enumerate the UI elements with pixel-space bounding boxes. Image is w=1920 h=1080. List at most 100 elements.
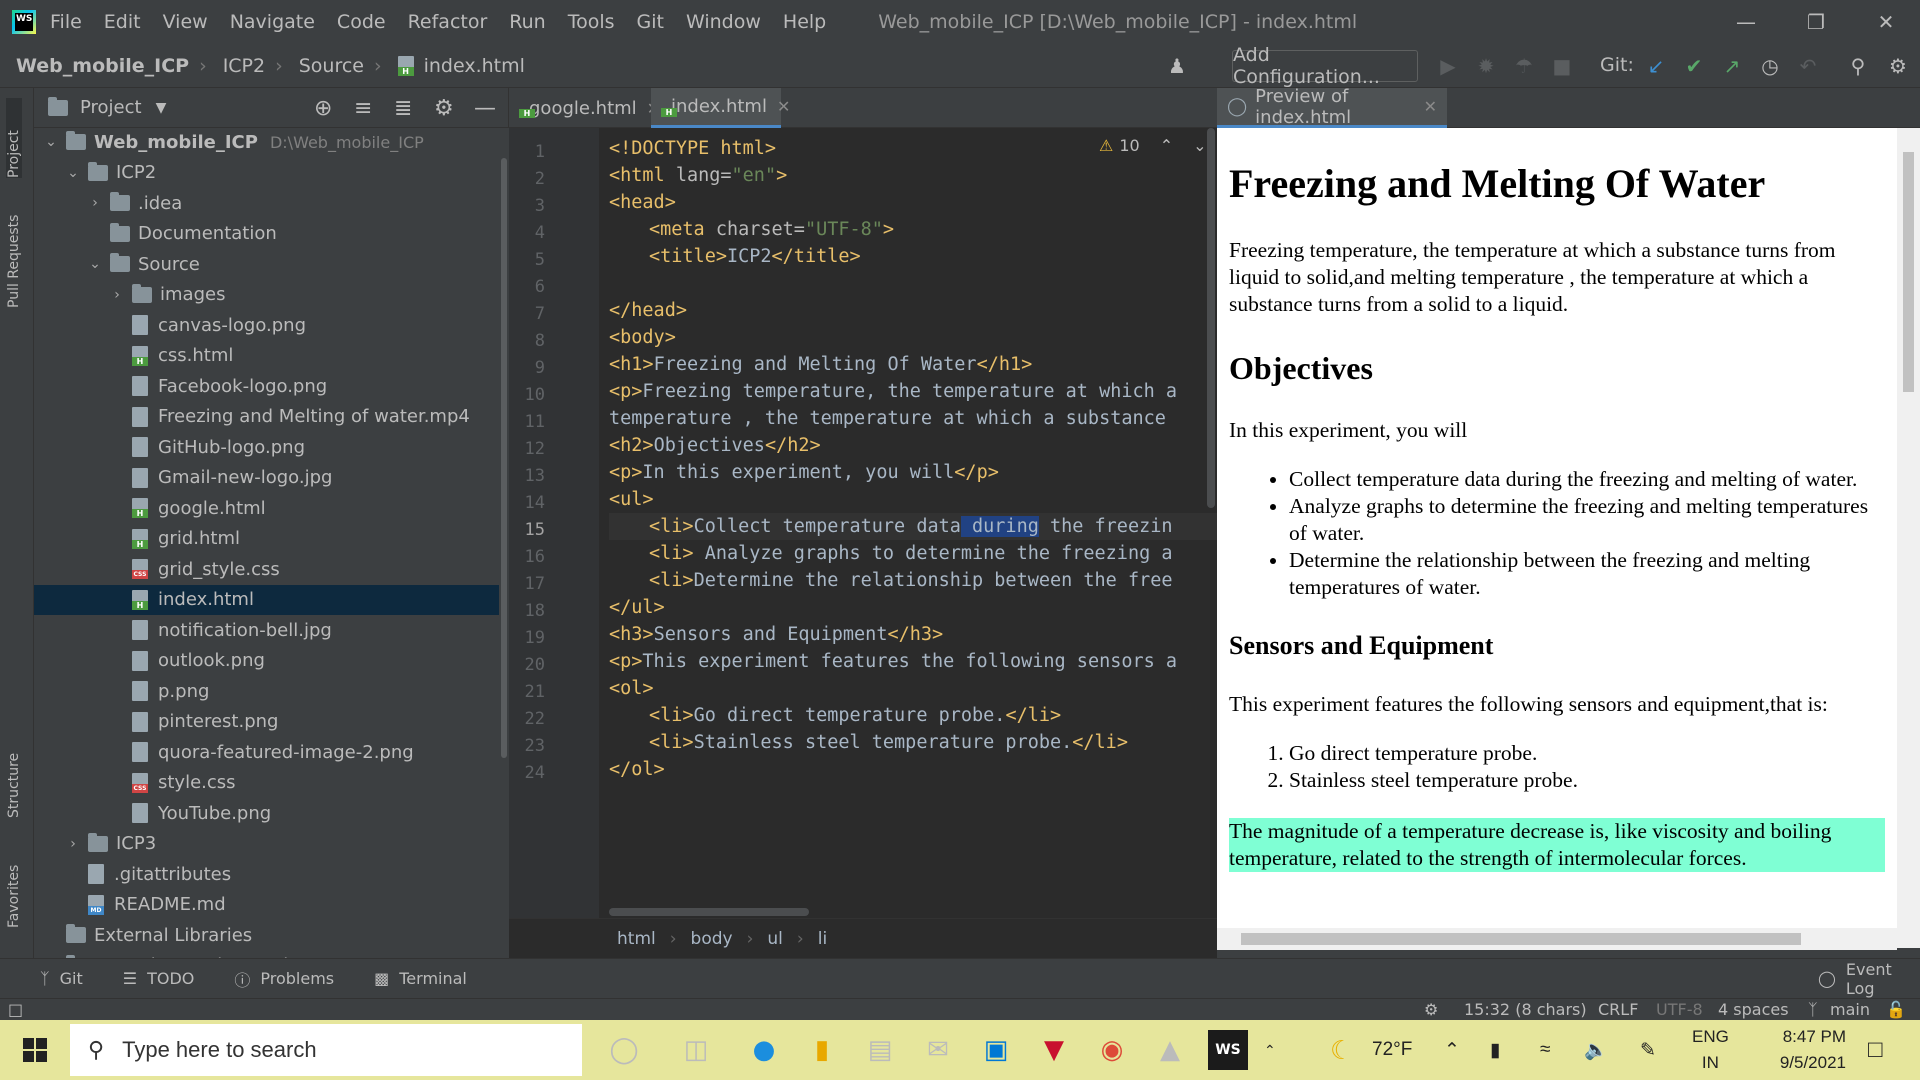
coverage-icon[interactable]: ☂: [1512, 54, 1536, 78]
code-line[interactable]: <body>: [609, 324, 676, 351]
event-log-tool-tab[interactable]: ◯ Event Log: [1818, 960, 1920, 998]
task-view-icon[interactable]: ◫: [676, 1030, 716, 1070]
todo-tool-tab[interactable]: ☰ TODO: [123, 969, 195, 988]
close-window-icon[interactable]: ✕: [1856, 0, 1916, 44]
tab-index-html[interactable]: index.html ✕: [651, 88, 790, 128]
tree-item[interactable]: Gmail-new-logo.jpg: [34, 463, 499, 493]
tree-item[interactable]: › .idea: [34, 188, 499, 218]
tree-item[interactable]: google.html: [34, 493, 499, 523]
menu-view[interactable]: View: [163, 11, 208, 33]
tree-item[interactable]: ⌄ ICP2: [34, 158, 499, 188]
tree-item[interactable]: Scratches and Consoles: [34, 951, 499, 958]
project-view-selector[interactable]: Project: [80, 97, 142, 118]
user-icon[interactable]: ♟: [1165, 54, 1189, 78]
run-icon[interactable]: ▶: [1436, 54, 1460, 78]
breadcrumb-html[interactable]: html: [617, 929, 656, 949]
project-tool-tab[interactable]: Project: [6, 98, 22, 178]
history-icon[interactable]: ◷: [1758, 54, 1782, 78]
code-line[interactable]: <li> Analyze graphs to determine the fre…: [609, 540, 1173, 567]
code-line[interactable]: <li>Determine the relationship between t…: [609, 567, 1173, 594]
clock[interactable]: 8:47 PM 9/5/2021: [1750, 1020, 1846, 1080]
tree-item[interactable]: ⌄ Source: [34, 249, 499, 279]
tree-item[interactable]: canvas-logo.png: [34, 310, 499, 340]
git-push-icon[interactable]: ↗: [1720, 54, 1744, 78]
code-line[interactable]: <p>In this experiment, you will</p>: [609, 459, 999, 486]
tree-item[interactable]: p.png: [34, 676, 499, 706]
code-line[interactable]: <ul>: [609, 486, 654, 513]
code-line[interactable]: temperature , the temperature at which a…: [609, 405, 1166, 432]
tab-preview[interactable]: ◯ Preview of index.html ✕: [1217, 86, 1447, 128]
chevron-right-icon[interactable]: ›: [88, 195, 102, 211]
expand-all-icon[interactable]: ≡: [354, 96, 372, 121]
code-line[interactable]: <ol>: [609, 675, 654, 702]
code-line[interactable]: <h3>Sensors and Equipment</h3>: [609, 621, 943, 648]
pull-requests-tool-tab[interactable]: Pull Requests: [6, 198, 22, 308]
menu-tools[interactable]: Tools: [568, 11, 615, 33]
code-line[interactable]: <p>This experiment features the followin…: [609, 648, 1177, 675]
add-configuration-button[interactable]: Add Configuration...: [1232, 44, 1418, 88]
menu-refactor[interactable]: Refactor: [408, 11, 488, 33]
settings-gear-icon[interactable]: ⚙: [1886, 54, 1910, 78]
problems-tool-tab[interactable]: ⓘ Problems: [234, 967, 334, 991]
structure-tool-tab[interactable]: Structure: [6, 728, 22, 818]
menu-code[interactable]: Code: [337, 11, 386, 33]
tree-item[interactable]: grid.html: [34, 524, 499, 554]
chevron-up-icon[interactable]: ⌃: [1444, 1020, 1460, 1080]
code-line[interactable]: <li>Stainless steel temperature probe.</…: [609, 729, 1128, 756]
code-line[interactable]: <p>Freezing temperature, the temperature…: [609, 378, 1177, 405]
breadcrumb-source[interactable]: Source: [299, 55, 364, 77]
file-encoding[interactable]: UTF-8: [1656, 999, 1703, 1021]
code-line[interactable]: <h1>Freezing and Melting Of Water</h1>: [609, 351, 1032, 378]
breadcrumb-li[interactable]: li: [818, 929, 827, 949]
tree-item[interactable]: Facebook-logo.png: [34, 371, 499, 401]
tree-item[interactable]: GitHub-logo.png: [34, 432, 499, 462]
tree-item[interactable]: .gitattributes: [34, 859, 499, 889]
tree-item[interactable]: css.html: [34, 341, 499, 371]
project-tree-scrollbar[interactable]: [499, 128, 509, 958]
tree-item[interactable]: README.md: [34, 890, 499, 920]
tree-item[interactable]: External Libraries: [34, 920, 499, 950]
debug-icon[interactable]: ✹: [1474, 54, 1498, 78]
minimize-icon[interactable]: —: [1716, 0, 1776, 44]
language-indicator[interactable]: ENG IN: [1692, 1020, 1729, 1080]
code-line[interactable]: <h2>Objectives</h2>: [609, 432, 821, 459]
preview-vertical-scrollbar[interactable]: [1897, 128, 1920, 948]
tree-item[interactable]: › ICP3: [34, 829, 499, 859]
close-tab-icon[interactable]: ✕: [1424, 97, 1437, 116]
store-icon[interactable]: ▤: [860, 1030, 900, 1070]
lock-icon[interactable]: 🔓: [1886, 999, 1906, 1021]
code-line[interactable]: <!DOCTYPE html>: [609, 135, 776, 162]
wifi-icon[interactable]: ≈: [1540, 1020, 1550, 1080]
cortana-icon[interactable]: ◯: [604, 1030, 644, 1070]
tree-item[interactable]: outlook.png: [34, 646, 499, 676]
breadcrumb-ul[interactable]: ul: [767, 929, 783, 949]
chevron-down-icon[interactable]: ▼: [156, 100, 167, 116]
code-area[interactable]: <!DOCTYPE html> <html lang="en"> <head> <me…: [609, 128, 1217, 918]
show-hidden-icons[interactable]: ⌃: [1264, 1020, 1276, 1080]
code-line[interactable]: <li>Collect temperature data during the …: [609, 513, 1217, 540]
toggle-panels-icon[interactable]: □: [8, 999, 23, 1021]
rollback-icon[interactable]: ↶: [1796, 54, 1820, 78]
pen-icon[interactable]: ✎: [1640, 1020, 1656, 1080]
taskbar-search-box[interactable]: ⚲ Type here to search: [70, 1024, 582, 1076]
panel-settings-icon[interactable]: ⚙: [434, 96, 454, 121]
tree-item[interactable]: quora-featured-image-2.png: [34, 737, 499, 767]
stop-icon[interactable]: ■: [1550, 54, 1574, 78]
tree-item[interactable]: Documentation: [34, 219, 499, 249]
mail-icon[interactable]: ✉: [918, 1030, 958, 1070]
tree-item[interactable]: pinterest.png: [34, 707, 499, 737]
code-line[interactable]: <li>Go direct temperature probe.</li>: [609, 702, 1061, 729]
file-explorer-icon[interactable]: ▮: [802, 1030, 842, 1070]
menu-help[interactable]: Help: [783, 11, 826, 33]
search-icon[interactable]: ⚲: [1846, 54, 1870, 78]
tree-item[interactable]: Freezing and Melting of water.mp4: [34, 402, 499, 432]
tree-item[interactable]: index.html: [34, 584, 499, 615]
menu-navigate[interactable]: Navigate: [230, 11, 315, 33]
git-branch[interactable]: main: [1830, 999, 1870, 1021]
volume-icon[interactable]: 🔈: [1584, 1020, 1608, 1080]
menu-edit[interactable]: Edit: [104, 11, 141, 33]
code-line[interactable]: <html lang="en">: [609, 162, 787, 189]
photos-icon[interactable]: ▲: [1150, 1030, 1190, 1070]
hide-panel-icon[interactable]: —: [474, 96, 496, 121]
mcafee-icon[interactable]: ▼: [1034, 1030, 1074, 1070]
